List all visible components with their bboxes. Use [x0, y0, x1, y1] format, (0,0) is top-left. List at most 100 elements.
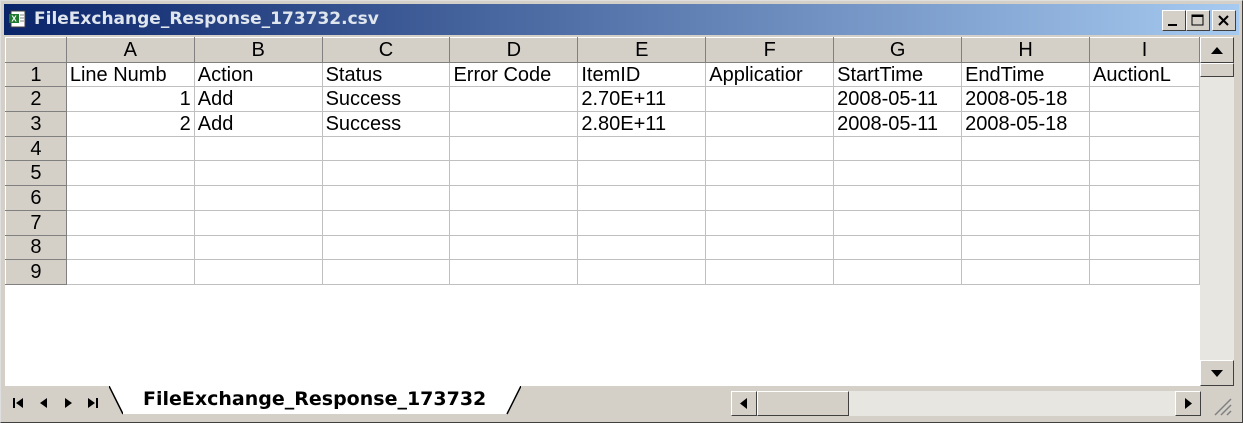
- cell[interactable]: [1089, 135, 1200, 162]
- row-header[interactable]: 7: [5, 209, 67, 236]
- cell[interactable]: [193, 160, 323, 187]
- cell[interactable]: AuctionL: [1089, 61, 1200, 88]
- cell[interactable]: [577, 185, 707, 211]
- cell[interactable]: [705, 86, 835, 113]
- column-header[interactable]: C: [321, 37, 451, 63]
- cell[interactable]: [449, 185, 579, 211]
- cell[interactable]: [833, 160, 963, 187]
- cell[interactable]: [705, 111, 835, 137]
- cell[interactable]: [1089, 185, 1200, 211]
- last-sheet-icon[interactable]: [81, 393, 103, 413]
- column-header[interactable]: H: [961, 37, 1091, 63]
- row-header[interactable]: 5: [5, 160, 67, 187]
- horizontal-scrollbar[interactable]: [731, 391, 1201, 416]
- cell[interactable]: [321, 160, 451, 187]
- cell[interactable]: 1: [65, 86, 195, 113]
- cell[interactable]: [65, 135, 195, 162]
- column-header[interactable]: G: [833, 37, 963, 63]
- cell[interactable]: [193, 209, 323, 236]
- cell[interactable]: [705, 185, 835, 211]
- cell[interactable]: 2008-05-18: [961, 111, 1091, 137]
- minimize-button[interactable]: [1162, 10, 1186, 31]
- cell[interactable]: [577, 209, 707, 236]
- cell[interactable]: [65, 185, 195, 211]
- row-header[interactable]: 3: [5, 111, 67, 137]
- cell[interactable]: [1089, 160, 1200, 187]
- sheet-tab-active[interactable]: FileExchange_Response_173732: [123, 386, 507, 414]
- cell[interactable]: [321, 234, 451, 261]
- cell[interactable]: [1089, 86, 1200, 113]
- select-all-corner[interactable]: [5, 37, 67, 63]
- cell[interactable]: [1089, 111, 1200, 137]
- first-sheet-icon[interactable]: [9, 393, 31, 413]
- cell[interactable]: 2008-05-11: [833, 111, 963, 137]
- close-button[interactable]: [1212, 10, 1236, 31]
- cell[interactable]: [449, 135, 579, 162]
- cell[interactable]: [961, 259, 1091, 285]
- cell[interactable]: [321, 209, 451, 236]
- cell[interactable]: 2008-05-18: [961, 86, 1091, 113]
- cell[interactable]: [65, 234, 195, 261]
- cell[interactable]: [1089, 209, 1200, 236]
- cell[interactable]: ItemID: [577, 61, 707, 88]
- row-header[interactable]: 2: [5, 86, 67, 113]
- cell[interactable]: [449, 160, 579, 187]
- column-header[interactable]: E: [577, 37, 707, 63]
- cell[interactable]: EndTime: [961, 61, 1091, 88]
- horizontal-scroll-thumb[interactable]: [757, 391, 849, 416]
- cell[interactable]: [65, 259, 195, 285]
- cell[interactable]: [321, 259, 451, 285]
- row-header[interactable]: 9: [5, 259, 67, 285]
- cell[interactable]: [705, 209, 835, 236]
- cell[interactable]: 2: [65, 111, 195, 137]
- cell[interactable]: [449, 259, 579, 285]
- cell[interactable]: [833, 259, 963, 285]
- cell[interactable]: [577, 234, 707, 261]
- column-header[interactable]: B: [193, 37, 323, 63]
- cell[interactable]: Action: [193, 61, 323, 88]
- row-header[interactable]: 8: [5, 234, 67, 261]
- cell[interactable]: [833, 135, 963, 162]
- scroll-down-button[interactable]: [1200, 360, 1234, 386]
- row-header[interactable]: 4: [5, 135, 67, 162]
- cell-table[interactable]: A B C D E F G H I 1 Line Numb Action Status…: [5, 37, 1200, 285]
- cell[interactable]: Add: [193, 111, 323, 137]
- cell[interactable]: [705, 234, 835, 261]
- scroll-right-button[interactable]: [1175, 391, 1201, 416]
- cell[interactable]: [449, 86, 579, 113]
- cell[interactable]: [65, 160, 195, 187]
- cell[interactable]: Status: [321, 61, 451, 88]
- column-header[interactable]: F: [705, 37, 835, 63]
- prev-sheet-icon[interactable]: [33, 393, 55, 413]
- vertical-scrollbar[interactable]: [1200, 37, 1234, 386]
- cell[interactable]: [833, 234, 963, 261]
- cell[interactable]: [705, 160, 835, 187]
- cell[interactable]: 2008-05-11: [833, 86, 963, 113]
- cell[interactable]: [705, 259, 835, 285]
- cell[interactable]: [961, 160, 1091, 187]
- cell[interactable]: [1089, 259, 1200, 285]
- cell[interactable]: [833, 209, 963, 236]
- scroll-left-button[interactable]: [731, 391, 757, 416]
- column-header[interactable]: D: [449, 37, 579, 63]
- cell[interactable]: Line Numb: [65, 61, 195, 88]
- cell[interactable]: [193, 135, 323, 162]
- cell[interactable]: [577, 135, 707, 162]
- cell[interactable]: [961, 135, 1091, 162]
- cell[interactable]: [1089, 234, 1200, 261]
- cell[interactable]: [321, 185, 451, 211]
- cell[interactable]: Error Code: [449, 61, 579, 88]
- cell[interactable]: [449, 111, 579, 137]
- cell[interactable]: Add: [193, 86, 323, 113]
- scroll-up-button[interactable]: [1200, 37, 1234, 63]
- cell[interactable]: [65, 209, 195, 236]
- vertical-scroll-thumb[interactable]: [1200, 63, 1234, 77]
- column-header[interactable]: A: [65, 37, 195, 63]
- cell[interactable]: [449, 209, 579, 236]
- worksheet-grid[interactable]: A B C D E F G H I 1 Line Numb Action Status…: [5, 37, 1200, 386]
- cell[interactable]: StartTime: [833, 61, 963, 88]
- cell[interactable]: [193, 259, 323, 285]
- cell[interactable]: [449, 234, 579, 261]
- cell[interactable]: [961, 185, 1091, 211]
- title-bar[interactable]: X FileExchange_Response_173732.csv: [4, 4, 1239, 35]
